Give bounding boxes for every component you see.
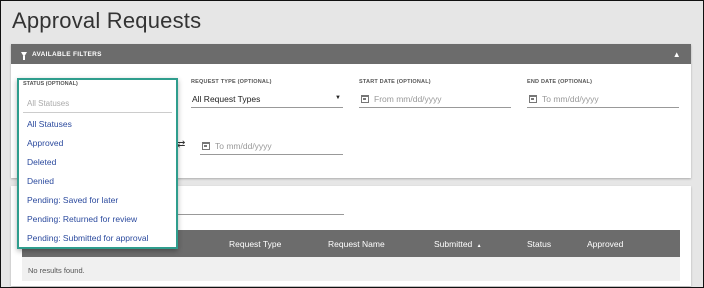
table-row: No results found. bbox=[22, 257, 680, 281]
request-type-value: All Request Types bbox=[192, 94, 261, 104]
search-input[interactable] bbox=[176, 214, 344, 215]
end-date-placeholder: To mm/dd/yyyy bbox=[542, 94, 599, 104]
status-placeholder: All Statuses bbox=[27, 99, 70, 108]
column-submitted[interactable]: Submitted ▲ bbox=[434, 239, 482, 249]
sort-icon: ▲ bbox=[476, 243, 482, 249]
page-title: Approval Requests bbox=[12, 8, 202, 33]
filters-header-label: AVAILABLE FILTERS bbox=[32, 50, 102, 58]
swap-icon[interactable]: ⇄ bbox=[177, 139, 185, 150]
column-approved[interactable]: Approved bbox=[587, 239, 623, 249]
status-dropdown[interactable]: STATUS (OPTIONAL) All Statuses All Statu… bbox=[17, 78, 178, 249]
end-date-label: END DATE (OPTIONAL) bbox=[527, 79, 593, 85]
column-request-name[interactable]: Request Name bbox=[328, 239, 385, 249]
range-to-placeholder: To mm/dd/yyyy bbox=[215, 141, 272, 151]
status-option-all[interactable]: All Statuses bbox=[27, 119, 72, 129]
status-option-approved[interactable]: Approved bbox=[27, 138, 63, 148]
status-option-returned[interactable]: Pending: Returned for review bbox=[27, 214, 137, 224]
status-input-underline bbox=[23, 112, 172, 113]
request-type-select[interactable]: All Request Types ▼ bbox=[191, 92, 343, 108]
start-date-field[interactable]: From mm/dd/yyyy bbox=[359, 92, 511, 108]
status-option-saved[interactable]: Pending: Saved for later bbox=[27, 195, 118, 205]
status-label: STATUS (OPTIONAL) bbox=[23, 81, 78, 87]
start-date-placeholder: From mm/dd/yyyy bbox=[374, 94, 442, 104]
column-status[interactable]: Status bbox=[527, 239, 551, 249]
caret-down-icon: ▼ bbox=[335, 95, 341, 101]
column-request-type[interactable]: Request Type bbox=[229, 239, 281, 249]
status-option-denied[interactable]: Denied bbox=[27, 176, 54, 186]
calendar-icon[interactable] bbox=[202, 142, 210, 150]
range-to-field[interactable]: To mm/dd/yyyy bbox=[200, 139, 343, 155]
end-date-field[interactable]: To mm/dd/yyyy bbox=[527, 92, 679, 108]
empty-message: No results found. bbox=[28, 266, 85, 275]
start-date-label: START DATE (OPTIONAL) bbox=[359, 79, 431, 85]
column-submitted-label: Submitted bbox=[434, 239, 473, 249]
calendar-icon[interactable] bbox=[361, 95, 369, 103]
filters-header[interactable]: AVAILABLE FILTERS ▲ bbox=[11, 44, 691, 64]
request-type-label: REQUEST TYPE (OPTIONAL) bbox=[191, 79, 272, 85]
filter-icon bbox=[21, 51, 27, 60]
chevron-up-icon[interactable]: ▲ bbox=[673, 50, 681, 59]
calendar-icon[interactable] bbox=[529, 95, 537, 103]
status-option-deleted[interactable]: Deleted bbox=[27, 157, 56, 167]
status-option-submitted[interactable]: Pending: Submitted for approval bbox=[27, 233, 148, 243]
